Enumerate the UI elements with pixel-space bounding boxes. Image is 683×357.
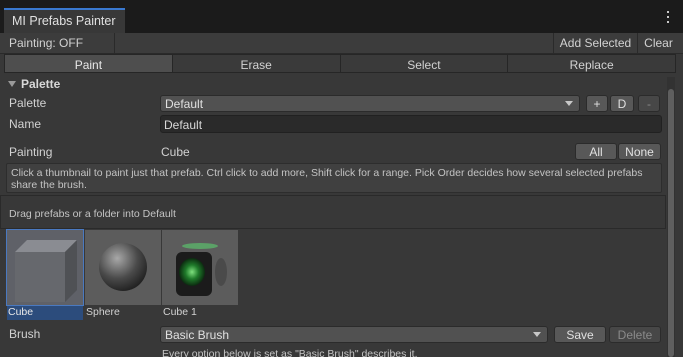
palette-foldout[interactable]: Palette xyxy=(8,77,60,93)
name-field[interactable]: Default xyxy=(160,115,662,133)
name-label: Name xyxy=(9,117,42,131)
prefab-thumbnail-cube[interactable]: Cube xyxy=(6,229,84,322)
delete-brush-button[interactable]: Delete xyxy=(609,326,661,343)
add-palette-button[interactable]: + xyxy=(586,95,608,112)
scrollbar-thumb[interactable] xyxy=(668,89,674,357)
brush-label: Brush xyxy=(9,327,41,341)
save-brush-button[interactable]: Save xyxy=(554,326,606,343)
more-options-icon[interactable] xyxy=(667,11,670,23)
brush-hint: Every option below is set as "Basic Brus… xyxy=(162,348,418,357)
select-none-button[interactable]: None xyxy=(618,143,661,160)
prefab-name: Sphere xyxy=(86,306,120,318)
add-selected-button[interactable]: Add Selected xyxy=(553,33,637,53)
prefab-thumbnail-cube-1[interactable]: Cube 1 xyxy=(162,230,238,322)
tab-replace[interactable]: Replace xyxy=(508,54,676,73)
brush-dropdown-value: Basic Brush xyxy=(165,328,230,342)
prefab-name: Cube xyxy=(7,306,83,320)
remove-palette-button[interactable]: - xyxy=(638,95,660,112)
cube-thumbnail xyxy=(6,229,84,306)
chevron-down-icon xyxy=(533,332,541,337)
tab-select[interactable]: Select xyxy=(340,54,509,73)
tab-erase[interactable]: Erase xyxy=(172,54,341,73)
select-all-button[interactable]: All xyxy=(575,143,617,160)
painting-value: Cube xyxy=(161,145,190,159)
sphere-thumbnail xyxy=(85,230,161,305)
painting-status-button[interactable]: Painting: OFF xyxy=(4,33,115,53)
brush-dropdown[interactable]: Basic Brush xyxy=(160,326,548,343)
chevron-down-icon xyxy=(565,101,573,106)
foldout-arrow-icon xyxy=(8,81,16,87)
window-tab-bar: MI Prefabs Painter xyxy=(0,0,683,33)
tab-paint[interactable]: Paint xyxy=(4,54,173,73)
painting-label: Painting xyxy=(9,145,53,159)
window-tab[interactable]: MI Prefabs Painter xyxy=(4,8,125,33)
palette-label: Palette xyxy=(9,96,47,110)
help-box: Click a thumbnail to paint just that pre… xyxy=(6,163,662,193)
palette-section-title: Palette xyxy=(21,77,61,91)
palette-dropdown[interactable]: Default xyxy=(160,95,580,112)
duplicate-palette-button[interactable]: D xyxy=(610,95,634,112)
prefab-drop-zone[interactable]: Drag prefabs or a folder into Default xyxy=(0,195,666,229)
clear-button[interactable]: Clear xyxy=(637,33,679,53)
prefab-thumbnail-sphere[interactable]: Sphere xyxy=(85,230,161,322)
green-cube-thumbnail xyxy=(162,230,238,305)
toolbar: Painting: OFF Add Selected Clear xyxy=(0,33,683,54)
palette-dropdown-value: Default xyxy=(165,97,204,111)
prefab-name: Cube 1 xyxy=(163,306,197,318)
mode-tabs: Paint Erase Select Replace xyxy=(4,54,676,73)
painter-panel: Painting: OFF Add Selected Clear Paint E… xyxy=(0,33,683,357)
